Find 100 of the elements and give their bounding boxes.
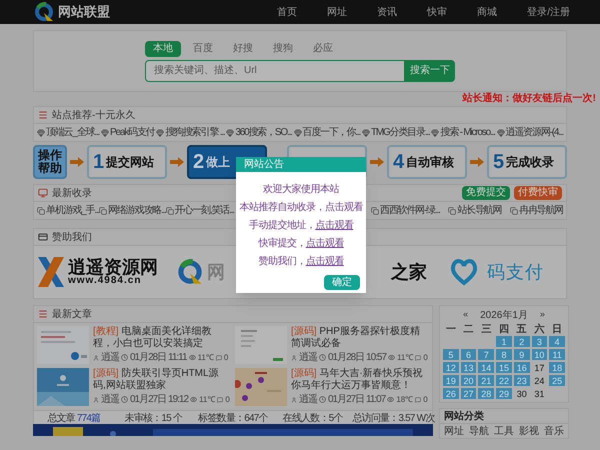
site-link[interactable]: 顶端云_全球...	[37, 125, 100, 140]
logo-icon	[449, 258, 480, 286]
category-link[interactable]: 导航	[469, 424, 489, 438]
step-label: 提交网站	[106, 154, 154, 171]
announcement-line: 手动提交地址，点击观看	[248, 218, 354, 233]
site-link[interactable]: 百度一下，你...	[294, 125, 360, 140]
article-author: 逍遥	[299, 350, 317, 365]
diamond-icon	[101, 128, 110, 136]
submit-button[interactable]: 免费提交	[462, 186, 510, 200]
diamond-icon	[362, 128, 370, 136]
arrow-icon	[170, 157, 184, 167]
search-tab[interactable]: 本地	[145, 40, 181, 56]
article-title[interactable]: [教程] 电脑桌面美化详细教程，小白也可以安装搞定	[93, 326, 231, 350]
category-link[interactable]: 网址	[444, 424, 464, 438]
site-link[interactable]: 360搜索，SO...	[226, 125, 292, 140]
article-title[interactable]: [源码] PHP服务器探针极度精简调试必备	[291, 326, 429, 350]
watch-link[interactable]: 点击观看	[306, 256, 344, 267]
section-title: 最新文章	[52, 308, 92, 322]
search-button[interactable]: 搜索一下	[405, 60, 455, 82]
step-number: 5	[493, 150, 504, 175]
copy-icon	[166, 206, 174, 214]
calendar-day[interactable]: 5	[442, 348, 460, 361]
calendar-day[interactable]: 19	[442, 374, 460, 387]
article-title[interactable]: [源码] 防失联引导页HTML源码,网站联盟独家	[93, 368, 231, 392]
copy-icon	[37, 206, 45, 214]
eye-icon	[190, 396, 198, 403]
search-tab[interactable]: 必应	[305, 40, 341, 56]
confirm-button[interactable]: 确定	[324, 275, 360, 290]
article-views: 11℃	[199, 394, 216, 406]
diamond-icon	[496, 128, 505, 136]
help-label[interactable]: 操作帮助	[33, 145, 67, 179]
category-link[interactable]: 音乐	[544, 424, 564, 438]
site-link[interactable]: Peak码支付	[101, 125, 154, 140]
nav-link[interactable]: 商城	[477, 4, 498, 20]
site-link[interactable]: 搜狗搜索引擎 ...	[156, 125, 224, 140]
nav-link[interactable]: 资讯	[377, 4, 398, 20]
monitor-icon	[38, 188, 48, 198]
search-field[interactable]: 搜索关键词、描述、Url	[145, 60, 405, 82]
diamond-icon	[226, 128, 234, 136]
announcement-line: 欢迎大家使用本站	[263, 182, 339, 197]
search-tab[interactable]: 百度	[185, 40, 221, 56]
next-month-button[interactable]: »	[540, 308, 545, 322]
nav-link[interactable]: 登录/注册	[527, 4, 570, 20]
site-link[interactable]: TMG分类目录...	[362, 125, 430, 140]
step-number: 1	[93, 150, 104, 175]
prev-month-button[interactable]: «	[463, 308, 468, 322]
site-link[interactable]: 搜索 - Microso...	[431, 125, 495, 140]
copy-icon	[448, 206, 456, 214]
copy-icon	[510, 206, 518, 214]
search-tab[interactable]: 搜狗	[265, 40, 301, 56]
article-title[interactable]: [源码] 马年大吉·新春快乐预祝你马年行大运万事皆顺意！	[291, 368, 429, 392]
sponsor-name: 之家	[391, 260, 428, 284]
article-time: 01月28日 10:57	[328, 351, 386, 365]
step-label: 做上	[206, 154, 230, 171]
site-link[interactable]: 逍遥资源网-(4...	[496, 125, 563, 140]
stat-text: 在线人数：5个	[282, 412, 344, 426]
weekday-label: 四	[498, 323, 510, 337]
clock-icon	[319, 396, 326, 403]
arrow-icon	[470, 157, 484, 167]
sponsor-name: 码支付	[487, 260, 544, 284]
clock-icon	[319, 354, 326, 361]
article-time: 01月27日 11:07	[328, 393, 386, 407]
stat-text: 总文章 774篇	[46, 412, 102, 426]
watch-link[interactable]: 点击观看	[315, 220, 354, 231]
weekday-label: 一	[444, 323, 457, 337]
menu-icon	[38, 309, 48, 319]
clock-icon	[121, 354, 128, 361]
weekday-label: 三	[480, 323, 492, 337]
site-link[interactable]: 冉冉导航网	[510, 203, 563, 218]
watch-link[interactable]: 点击观看	[306, 238, 344, 249]
announcement-line: 赞助我们，点击观看	[258, 254, 344, 269]
nav-link[interactable]: 网址	[327, 4, 348, 20]
eye-icon	[388, 354, 396, 361]
category-link[interactable]: 影视	[519, 424, 539, 438]
copy-icon	[371, 206, 379, 214]
sponsor-name: 逍遥资源网	[68, 258, 158, 276]
article-comments: 0	[423, 352, 428, 364]
comment-icon	[217, 396, 224, 402]
eye-icon	[387, 396, 394, 403]
site-link[interactable]: 站长导航网	[448, 203, 502, 218]
site-link[interactable]: 单机游戏_手...	[37, 203, 100, 218]
sponsor-url: www.4984.cn	[68, 276, 142, 286]
article-views: 18℃	[396, 394, 414, 406]
card-icon	[38, 232, 48, 242]
site-link[interactable]: 网络游戏攻略...	[99, 203, 166, 218]
site-link[interactable]: 开心一刻,笑话...	[166, 203, 234, 218]
submit-button[interactable]: 付费快审	[514, 186, 562, 200]
user-icon	[93, 354, 99, 360]
nav-link[interactable]: 首页	[277, 4, 298, 20]
section-title: 网站分类	[444, 410, 484, 424]
step-label: 完成收录	[506, 154, 554, 171]
nav-link[interactable]: 快审	[427, 4, 448, 20]
article-author: 逍遥	[101, 350, 119, 365]
diamond-icon	[156, 128, 164, 136]
category-link[interactable]: 工具	[494, 424, 514, 438]
dialog-title: 网站公告	[244, 158, 284, 172]
menu-icon	[38, 110, 48, 120]
search-tab[interactable]: 好搜	[225, 40, 261, 56]
arrow-icon	[370, 157, 384, 167]
site-link[interactable]: 西西软件网-绿...	[371, 203, 440, 218]
